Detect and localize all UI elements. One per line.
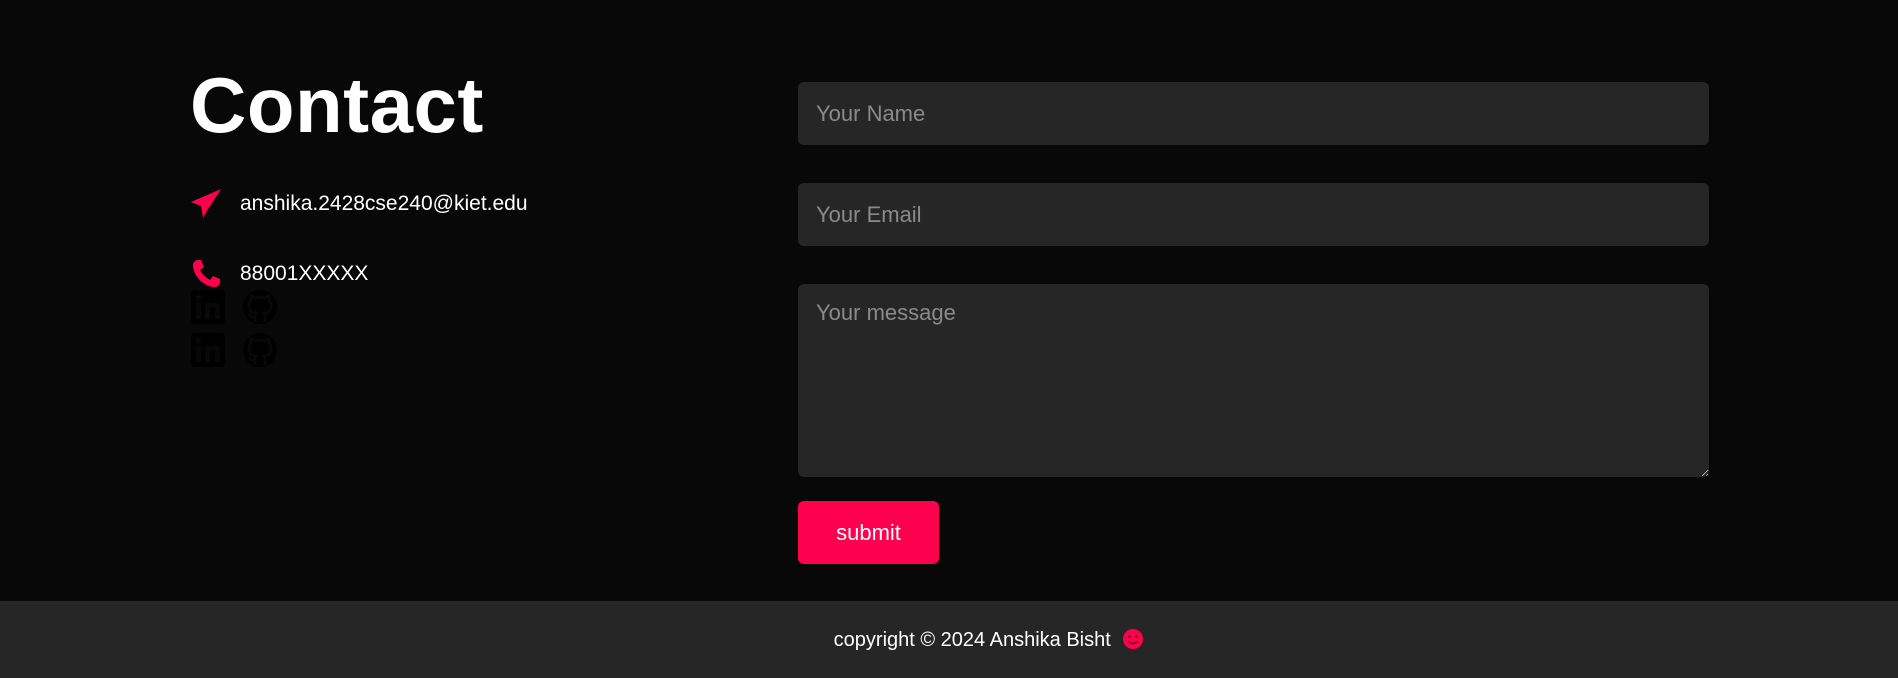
footer-copyright-row: copyright © 2024 Anshika Bisht	[834, 628, 1145, 652]
social-links	[190, 332, 278, 368]
contact-email[interactable]: anshika.2428cse240@kiet.edu	[240, 192, 528, 216]
contact-info: Contact anshika.2428cse240@kiet.edu 8800…	[190, 60, 750, 367]
footer: copyright © 2024 Anshika Bisht	[0, 601, 1898, 678]
linkedin-icon[interactable]	[190, 289, 226, 325]
contact-email-row: anshika.2428cse240@kiet.edu	[190, 184, 528, 224]
contact-section: Contact anshika.2428cse240@kiet.edu 8800…	[0, 0, 1898, 601]
phone-icon	[190, 258, 222, 290]
page-title: Contact	[190, 61, 484, 149]
message-textarea[interactable]	[798, 284, 1709, 477]
copyright-text: copyright © 2024 Anshika Bisht	[833, 628, 1111, 651]
paper-plane-icon	[190, 188, 222, 220]
contact-phone[interactable]: 88001XXXXX	[240, 262, 368, 286]
name-input[interactable]	[798, 82, 1709, 145]
page: Contact anshika.2428cse240@kiet.edu 8800…	[0, 0, 1898, 678]
social-links	[190, 289, 278, 325]
submit-button[interactable]: submit	[798, 501, 939, 564]
contact-phone-row: 88001XXXXX	[190, 254, 368, 294]
github-icon[interactable]	[242, 332, 278, 368]
linkedin-icon[interactable]	[190, 332, 226, 368]
smiley-icon	[1122, 628, 1144, 650]
contact-form: submit	[798, 82, 1709, 564]
github-icon[interactable]	[242, 289, 278, 325]
email-input[interactable]	[798, 183, 1709, 246]
